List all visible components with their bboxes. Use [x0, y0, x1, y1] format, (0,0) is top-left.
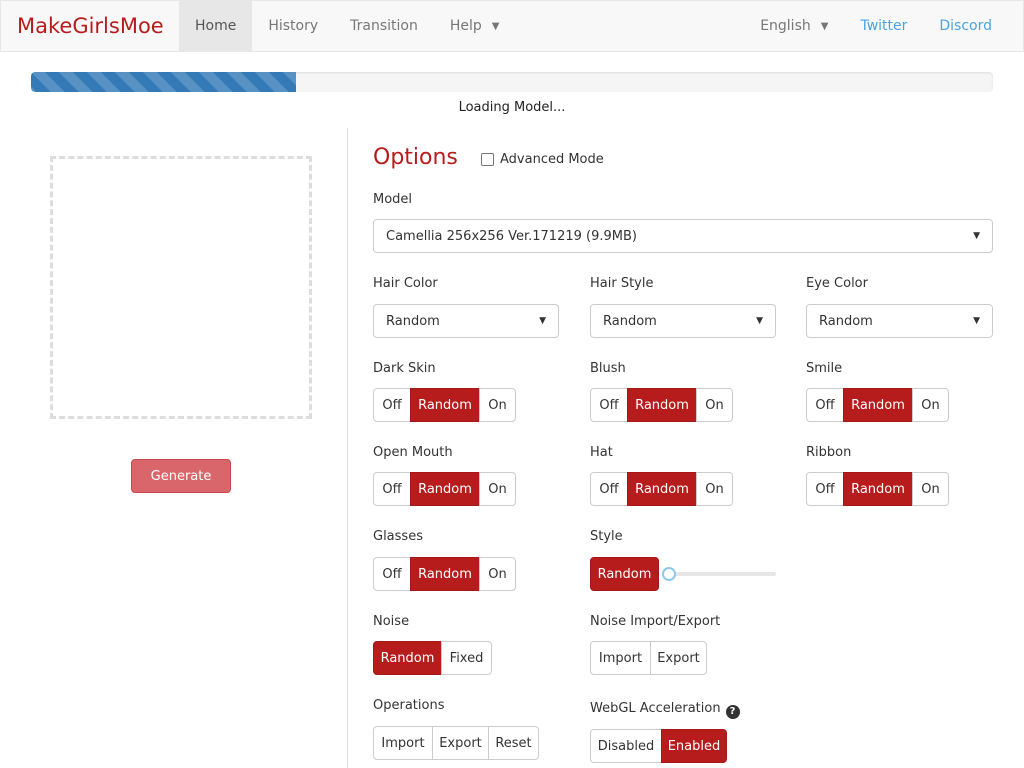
brand-logo[interactable]: MakeGirlsMoe: [1, 1, 179, 51]
model-select[interactable]: Camellia 256x256 Ver.171219 (9.9MB) ▼: [373, 219, 993, 253]
style-slider-track[interactable]: [668, 572, 776, 576]
glasses-label: Glasses: [373, 529, 423, 544]
smile-label: Smile: [806, 361, 843, 376]
hair-color-value: Random: [386, 313, 440, 329]
smile-toggle: Off Random On: [806, 388, 949, 422]
model-select-value: Camellia 256x256 Ver.171219 (9.9MB): [386, 228, 637, 244]
glasses-on[interactable]: On: [479, 557, 516, 591]
dark-skin-toggle: Off Random On: [373, 388, 516, 422]
caret-down-icon: ▼: [756, 316, 763, 326]
hair-color-select[interactable]: Random ▼: [373, 304, 559, 338]
smile-on[interactable]: On: [912, 388, 949, 422]
hat-on[interactable]: On: [696, 472, 733, 506]
ribbon-toggle: Off Random On: [806, 472, 949, 506]
blush-label: Blush: [590, 361, 626, 376]
progress-status: Loading Model...: [458, 100, 566, 115]
advanced-mode-checkbox[interactable]: [481, 153, 494, 166]
noise-toggle: Random Fixed: [373, 641, 492, 675]
hair-style-label: Hair Style: [590, 276, 654, 291]
discord-link[interactable]: Discord: [923, 1, 1008, 51]
hat-toggle: Off Random On: [590, 472, 733, 506]
ribbon-label: Ribbon: [806, 445, 852, 460]
glasses-toggle: Off Random On: [373, 557, 516, 591]
glasses-random[interactable]: Random: [410, 557, 480, 591]
operations-reset-button[interactable]: Reset: [488, 726, 539, 760]
blush-random[interactable]: Random: [627, 388, 697, 422]
open-mouth-toggle: Off Random On: [373, 472, 516, 506]
style-random-button[interactable]: Random: [590, 557, 659, 591]
caret-down-icon: ▼: [973, 316, 980, 326]
hat-random[interactable]: Random: [627, 472, 697, 506]
hat-label: Hat: [590, 445, 613, 460]
question-circle-icon[interactable]: ?: [725, 704, 740, 719]
style-label: Style: [590, 529, 623, 544]
navbar: MakeGirlsMoe Home History Transition Hel…: [0, 0, 1024, 52]
eye-color-label: Eye Color: [806, 276, 868, 291]
nav-help[interactable]: Help ▼: [434, 1, 516, 51]
hair-style-value: Random: [603, 313, 657, 329]
model-label: Model: [373, 192, 413, 207]
dark-skin-off[interactable]: Off: [373, 388, 411, 422]
noise-fixed[interactable]: Fixed: [441, 641, 492, 675]
smile-off[interactable]: Off: [806, 388, 844, 422]
hair-style-select[interactable]: Random ▼: [590, 304, 776, 338]
webgl-enabled[interactable]: Enabled: [661, 729, 727, 763]
nav-home[interactable]: Home: [179, 1, 253, 51]
noise-import-button[interactable]: Import: [590, 641, 651, 675]
model-progress: [31, 72, 993, 92]
eye-color-value: Random: [819, 313, 873, 329]
image-canvas: [50, 156, 312, 419]
nav-history[interactable]: History: [252, 1, 334, 51]
advanced-mode-label: Advanced Mode: [500, 152, 604, 167]
blush-toggle: Off Random On: [590, 388, 733, 422]
operations-import-button[interactable]: Import: [373, 726, 433, 760]
ribbon-random[interactable]: Random: [843, 472, 913, 506]
progress-bar-fill: [31, 72, 296, 92]
open-mouth-off[interactable]: Off: [373, 472, 411, 506]
noise-io-label: Noise Import/Export: [590, 614, 721, 629]
smile-random[interactable]: Random: [843, 388, 913, 422]
caret-down-icon: ▼: [491, 20, 500, 32]
nav-help-label: Help: [449, 18, 482, 34]
column-divider: [347, 128, 348, 768]
language-dropdown[interactable]: English ▼: [744, 1, 844, 51]
blush-on[interactable]: On: [696, 388, 733, 422]
caret-down-icon: ▼: [973, 231, 980, 241]
hat-off[interactable]: Off: [590, 472, 628, 506]
style-slider[interactable]: [662, 566, 776, 582]
style-slider-handle[interactable]: [662, 567, 676, 581]
webgl-toggle: Disabled Enabled: [590, 729, 727, 763]
options-title: Options: [373, 145, 458, 170]
style-toggle: Random: [590, 557, 659, 591]
caret-down-icon: ▼: [539, 316, 546, 326]
dark-skin-random[interactable]: Random: [410, 388, 480, 422]
dark-skin-label: Dark Skin: [373, 361, 436, 376]
ribbon-on[interactable]: On: [912, 472, 949, 506]
open-mouth-on[interactable]: On: [479, 472, 516, 506]
noise-label: Noise: [373, 614, 410, 629]
advanced-mode-toggle[interactable]: Advanced Mode: [481, 152, 604, 167]
ribbon-off[interactable]: Off: [806, 472, 844, 506]
hair-color-label: Hair Color: [373, 276, 438, 291]
twitter-link[interactable]: Twitter: [844, 1, 923, 51]
nav-transition[interactable]: Transition: [334, 1, 434, 51]
caret-down-icon: ▼: [820, 20, 829, 32]
eye-color-select[interactable]: Random ▼: [806, 304, 993, 338]
open-mouth-random[interactable]: Random: [410, 472, 480, 506]
blush-off[interactable]: Off: [590, 388, 628, 422]
operations-buttons: Import Export Reset: [373, 726, 539, 760]
glasses-off[interactable]: Off: [373, 557, 411, 591]
noise-export-button[interactable]: Export: [650, 641, 707, 675]
language-label: English: [760, 18, 811, 34]
webgl-label: WebGL Acceleration: [590, 701, 721, 716]
generate-button[interactable]: Generate: [131, 459, 231, 493]
dark-skin-on[interactable]: On: [479, 388, 516, 422]
noise-io-buttons: Import Export: [590, 641, 707, 675]
noise-random[interactable]: Random: [373, 641, 442, 675]
open-mouth-label: Open Mouth: [373, 445, 453, 460]
operations-export-button[interactable]: Export: [432, 726, 489, 760]
webgl-label-wrap: WebGL Acceleration?: [590, 701, 740, 719]
operations-label: Operations: [373, 698, 445, 713]
webgl-disabled[interactable]: Disabled: [590, 729, 662, 763]
